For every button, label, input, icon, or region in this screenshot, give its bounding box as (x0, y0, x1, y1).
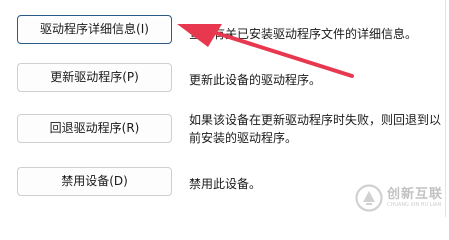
roll-back-driver-description: 如果该设备在更新驱动程序时失败，则回退到以前安装的驱动程序。 (189, 113, 442, 145)
driver-details-button[interactable]: 驱动程序详细信息(I) (17, 15, 172, 44)
watermark-subtext: CHUANG XIN HU LIAN (386, 202, 442, 208)
roll-back-driver-button[interactable]: 回退驱动程序(R) (17, 114, 172, 143)
watermark-text: 创新互联 (386, 187, 443, 202)
window-edge-divider (445, 0, 446, 217)
watermark-logo-icon (355, 184, 383, 212)
driver-details-description: 查看有关已安装驱动程序文件的详细信息。 (189, 27, 418, 41)
watermark: 创新互联 CHUANG XIN HU LIAN (354, 183, 443, 213)
update-driver-button[interactable]: 更新驱动程序(P) (17, 63, 172, 92)
update-driver-description: 更新此设备的驱动程序。 (189, 73, 322, 87)
disable-device-button[interactable]: 禁用设备(D) (17, 167, 172, 196)
